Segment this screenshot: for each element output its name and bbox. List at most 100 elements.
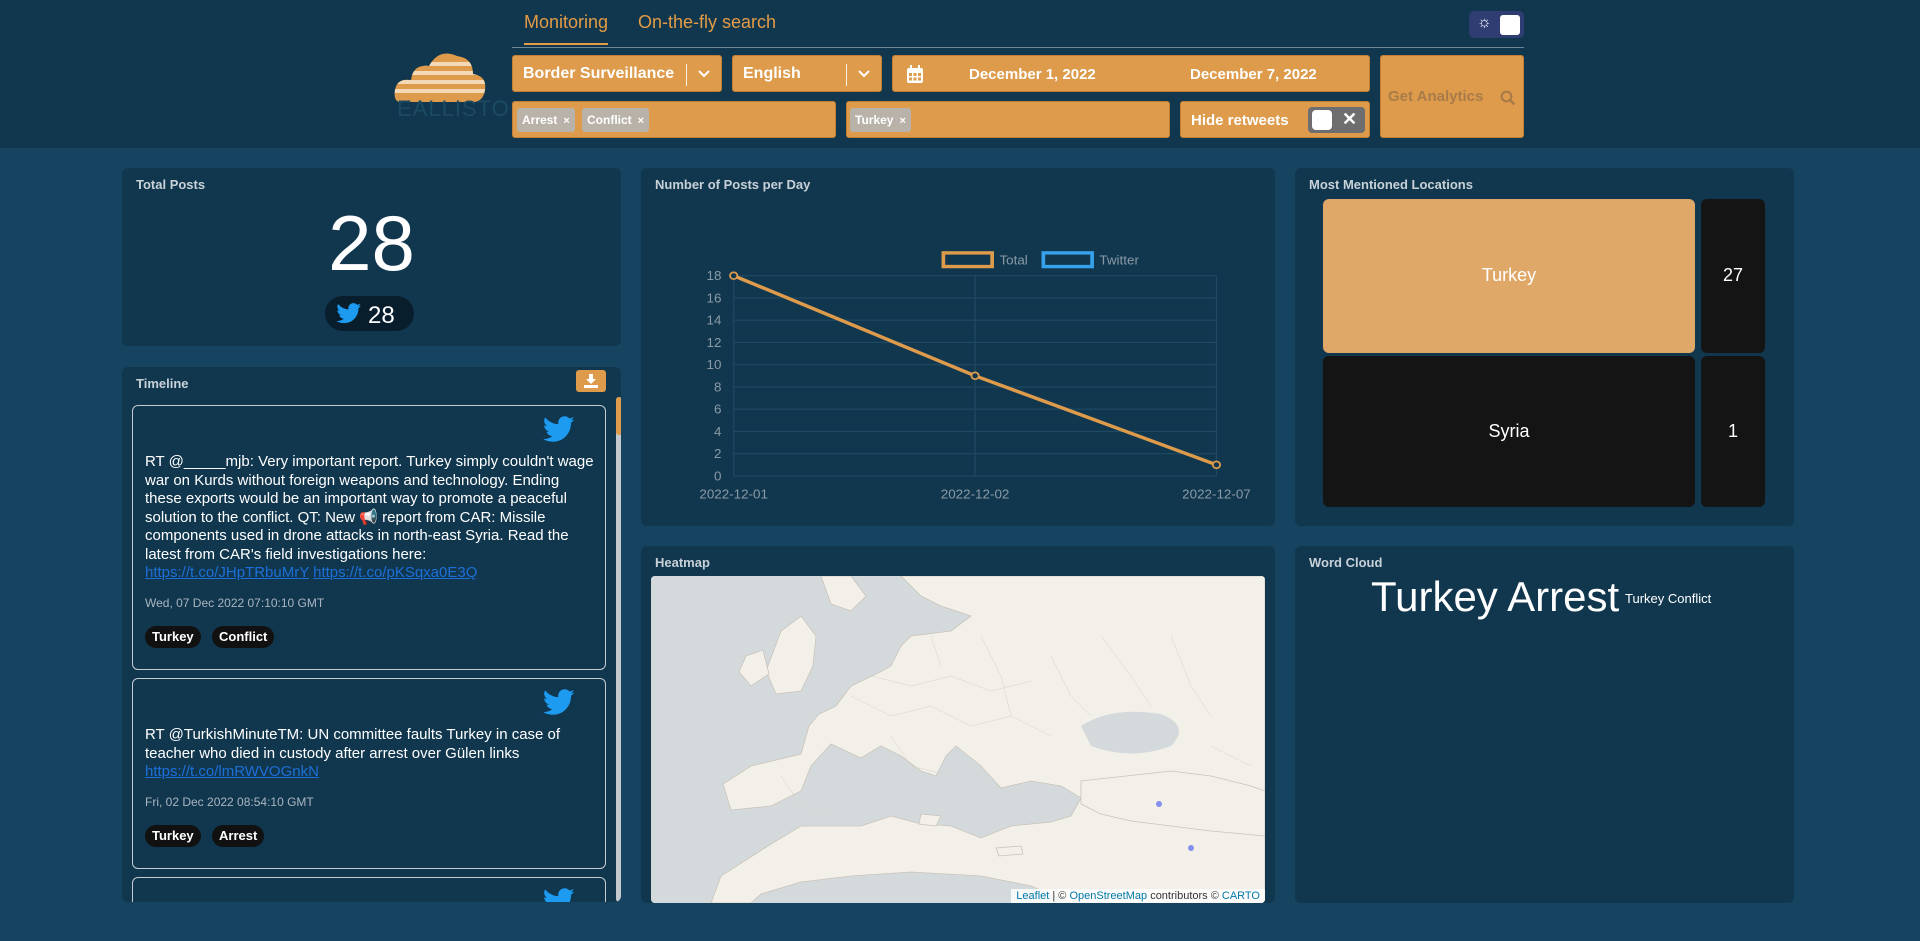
leaflet-link[interactable]: Leaflet — [1016, 890, 1049, 902]
data-point — [1211, 460, 1222, 470]
keyword-chip-arrest: Arrest × — [517, 108, 575, 132]
tweet-card[interactable] — [132, 877, 606, 902]
location-count-cell: 27 — [1701, 199, 1765, 353]
y-tick-label: 10 — [707, 358, 722, 372]
y-tick-label: 0 — [714, 469, 721, 483]
chip-remove-icon[interactable]: × — [638, 115, 644, 127]
tweet-date: Wed, 07 Dec 2022 07:10:10 GMT — [145, 596, 325, 610]
timeline-scrollbar[interactable] — [616, 397, 621, 902]
calendar-icon — [907, 65, 923, 83]
location-count-cell: 1 — [1701, 356, 1765, 507]
start-date[interactable]: December 1, 2022 — [969, 66, 1096, 83]
chip-label: Turkey — [855, 113, 894, 127]
chip-label: Conflict — [587, 113, 632, 127]
tweet-text-block: RT @TurkishMinuteTM: UN committee faults… — [145, 726, 595, 782]
hide-retweets-toggle[interactable]: ✕ — [1308, 107, 1365, 133]
tweet-link[interactable]: https://t.co/JHpTRbuMrY — [145, 564, 309, 581]
locations-panel: Most Mentioned Locations Turkey 27 Syria… — [1295, 168, 1794, 526]
close-icon: ✕ — [1342, 109, 1358, 129]
data-point — [729, 271, 739, 280]
date-range-picker[interactable]: December 1, 2022 December 7, 2022 — [892, 55, 1370, 92]
panel-title: Word Cloud — [1309, 555, 1383, 570]
select-separator — [846, 64, 847, 86]
keywords-input[interactable]: Arrest × Conflict × — [512, 101, 836, 138]
sun-icon: ☼ — [1477, 14, 1492, 31]
download-button[interactable] — [576, 370, 606, 392]
tweet-card[interactable]: RT @TurkishMinuteTM: UN committee faults… — [132, 678, 606, 869]
twitter-bird-icon — [543, 689, 575, 715]
y-tick-label: 4 — [714, 424, 721, 438]
location-name: Syria — [1488, 421, 1530, 441]
attribution-separator: | © — [1052, 890, 1067, 902]
posts-per-day-panel: Number of Posts per Day 0 2 4 6 8 10 12 14 16 18 2… — [641, 168, 1275, 526]
chip-remove-icon[interactable]: × — [899, 115, 905, 127]
hide-retweets-control: Hide retweets ✕ — [1180, 101, 1370, 138]
legend-label: Total — [999, 253, 1027, 267]
legend-label: Twitter — [1099, 253, 1139, 267]
location-cell-turkey[interactable]: Turkey — [1323, 199, 1695, 353]
get-analytics-button[interactable]: Get Analytics — [1380, 55, 1524, 138]
heatmap-map[interactable]: Leaflet | © OpenStreetMap contributors ©… — [651, 576, 1265, 903]
panel-title: Heatmap — [655, 555, 710, 570]
twitter-posts-value: 28 — [368, 302, 395, 329]
y-tick-label: 16 — [707, 291, 722, 305]
word-cloud-panel: Word Cloud Turkey Arrest Turkey Conflict — [1295, 546, 1794, 903]
panel-title: Timeline — [136, 376, 189, 391]
locations-input[interactable]: Turkey × — [846, 101, 1170, 138]
keyword-chip-conflict: Conflict × — [582, 108, 650, 132]
chip-label: Arrest — [522, 113, 558, 127]
project-select-value: Border Surveillance — [523, 65, 675, 82]
project-select[interactable]: Border Surveillance — [512, 55, 722, 92]
legend-swatch — [941, 251, 994, 269]
language-select[interactable]: English — [732, 55, 882, 92]
language-select-value: English — [743, 65, 801, 82]
word-cloud-words-small: Turkey Conflict — [1625, 591, 1712, 606]
location-cell-syria[interactable]: Syria — [1323, 356, 1695, 507]
openstreetmap-link[interactable]: OpenStreetMap — [1069, 890, 1147, 902]
x-tick-label: 2022-12-02 — [941, 487, 1010, 501]
toggle-knob — [1312, 110, 1332, 130]
nav-tabs: Monitoring On-the-fly search — [512, 0, 1524, 48]
twitter-bird-icon — [336, 303, 362, 324]
tweet-tag: Turkey — [145, 825, 201, 847]
posts-per-day-chart: 0 2 4 6 8 10 12 14 16 18 2022-12-01 2022-12-02 2022-… — [699, 251, 1251, 502]
top-header: EALLISTO Monitoring On-the-fly search ☼ … — [0, 0, 1920, 148]
theme-toggle[interactable]: ☼ — [1469, 11, 1524, 38]
legend-swatch — [1041, 251, 1094, 269]
tweet-tag: Turkey — [145, 626, 201, 648]
data-point — [970, 371, 980, 381]
panel-title: Number of Posts per Day — [655, 177, 811, 192]
twitter-bird-icon — [544, 888, 575, 902]
tweet-tag: Conflict — [212, 626, 275, 648]
y-tick-label: 14 — [707, 313, 722, 327]
tweet-tag: Arrest — [212, 825, 265, 847]
location-chip-turkey: Turkey × — [850, 108, 911, 132]
download-icon — [584, 374, 598, 388]
heatmap-panel: Heatmap Leaflet | © OpenStreetMap contri… — [641, 546, 1275, 903]
end-date[interactable]: December 7, 2022 — [1190, 66, 1317, 83]
attribution-mid: contributors © — [1150, 890, 1219, 902]
timeline-scrollbar-thumb[interactable] — [616, 397, 621, 435]
chip-remove-icon[interactable]: × — [563, 115, 569, 127]
chevron-down-icon — [698, 70, 710, 78]
location-name: Turkey — [1481, 265, 1537, 285]
tweet-text: RT @TurkishMinuteTM: UN committee faults… — [145, 726, 561, 762]
total-posts-panel: Total Posts 28 28 — [122, 168, 621, 346]
word-cloud-words-large: Turkey Arrest — [1371, 573, 1620, 620]
carto-link[interactable]: CARTO — [1222, 890, 1260, 902]
tab-on-the-fly-search[interactable]: On-the-fly search — [638, 12, 776, 33]
twitter-count-badge: 28 — [325, 296, 414, 331]
search-icon — [1500, 90, 1516, 106]
x-tick-label: 2022-12-01 — [699, 487, 768, 501]
timeline-list[interactable]: RT @_____mjb: Very important report. Tur… — [132, 405, 610, 902]
location-count: 1 — [1727, 421, 1738, 441]
twitter-bird-icon — [543, 416, 575, 442]
tweet-link[interactable]: https://t.co/lmRWVOGnkN — [145, 763, 319, 780]
tweet-card[interactable]: RT @_____mjb: Very important report. Tur… — [132, 405, 606, 670]
tweet-link[interactable]: https://t.co/pKSqxa0E3Q — [313, 564, 477, 581]
x-tick-label: 2022-12-07 — [1182, 487, 1251, 501]
y-tick-label: 12 — [707, 335, 722, 349]
tweet-date: Fri, 02 Dec 2022 08:54:10 GMT — [145, 795, 314, 809]
map-attribution: Leaflet | © OpenStreetMap contributors ©… — [1011, 889, 1265, 903]
tab-monitoring[interactable]: Monitoring — [524, 12, 609, 45]
